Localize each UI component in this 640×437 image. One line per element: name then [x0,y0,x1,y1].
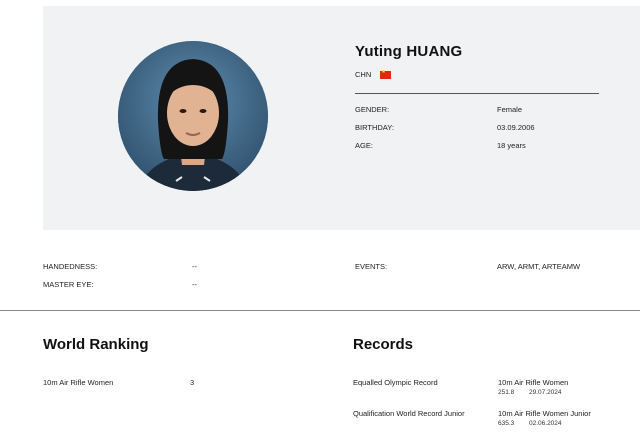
record-event: 10m Air Rifle Women Junior [498,409,591,418]
record-date: 29.07.2024 [529,389,562,396]
handedness-value: -- [192,262,197,271]
ranking-position: 3 [190,378,195,387]
events-value: ARW, ARMT, ARTEAMW [497,262,581,271]
record-date: 02.06.2024 [529,420,562,427]
athlete-country: CHN [355,69,392,79]
athlete-avatar [118,41,268,191]
master-eye-label: MASTER EYE: [43,280,94,289]
record-event: 10m Air Rifle Women [498,378,569,387]
ranking-event: 10m Air Rifle Women [43,378,114,387]
section-divider [0,310,640,311]
birthday-label: BIRTHDAY: [355,123,394,132]
record-type: Qualification World Record Junior [353,409,465,418]
record-score: 251.8 [498,389,515,396]
china-flag-icon [380,69,392,79]
gender-value: Female [497,105,523,114]
country-code: CHN [355,70,372,79]
age-label: AGE: [355,141,373,150]
record-score: 635.3 [498,420,515,427]
records-title: Records [353,336,414,353]
age-value: 18 years [497,141,526,150]
handedness-label: HANDEDNESS: [43,262,98,271]
athlete-name: Yuting HUANG [355,43,463,60]
birthday-value: 03.09.2006 [497,123,535,132]
world-ranking-title: World Ranking [43,336,149,353]
header-divider [355,93,599,94]
record-type: Equalled Olympic Record [353,378,438,387]
events-label: EVENTS: [355,262,388,271]
gender-label: GENDER: [355,105,390,114]
master-eye-value: -- [192,280,197,289]
